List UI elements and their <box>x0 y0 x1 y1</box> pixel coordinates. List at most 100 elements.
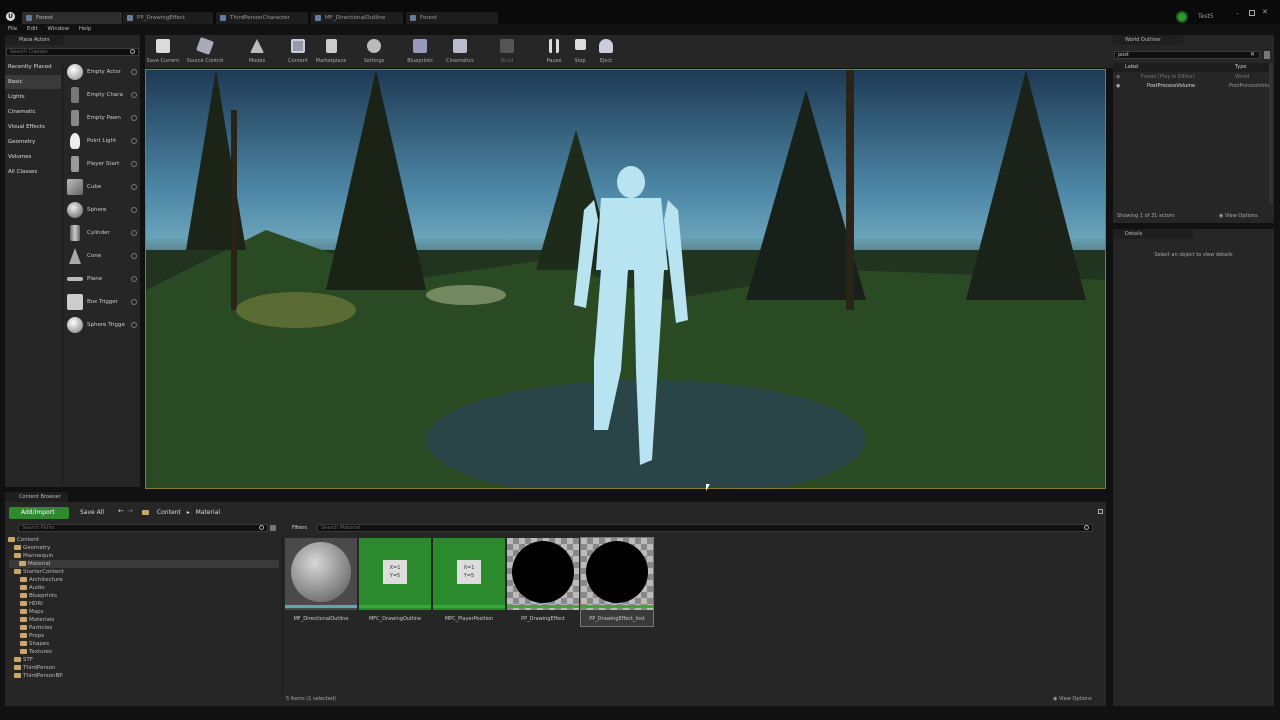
tree-folder-material[interactable]: Material <box>9 560 279 568</box>
info-icon[interactable] <box>131 92 137 98</box>
info-icon[interactable] <box>131 115 137 121</box>
actor-cylinder[interactable]: Cylinder <box>65 222 139 244</box>
actor-sphere-trigger[interactable]: Sphere Trigge <box>65 314 139 336</box>
actor-cone[interactable]: Cone <box>65 245 139 267</box>
category-lights[interactable]: Lights <box>5 90 61 104</box>
cinematics-button[interactable]: Cinematics <box>442 37 478 67</box>
actor-empty-pawn[interactable]: Empty Pawn <box>65 107 139 129</box>
menu-file[interactable]: File <box>8 26 17 32</box>
outliner-row-world[interactable]: ◉ Forest (Play in Editor) World <box>1113 73 1269 82</box>
category-geometry[interactable]: Geometry <box>5 135 61 149</box>
unreal-logo-icon[interactable]: U <box>6 12 15 21</box>
lock-icon[interactable] <box>1098 509 1103 514</box>
tree-folder-mannequin[interactable]: Mannequin <box>4 552 276 560</box>
blueprints-button[interactable]: Blueprints <box>402 37 438 67</box>
tree-folder-content[interactable]: Content <box>4 536 276 544</box>
clear-search-icon[interactable]: ✕ <box>1250 51 1255 58</box>
asset-tile-mpc_playerposition[interactable]: X=1 Y=5 MPC_PlayerPosition <box>433 538 505 626</box>
details-tab[interactable]: Details <box>1113 229 1193 239</box>
view-options-icon[interactable] <box>1264 51 1270 59</box>
actor-box-trigger[interactable]: Box Trigger <box>65 291 139 313</box>
tab-mf-directionaloutline[interactable]: MF_DirectionalOutline <box>311 12 403 24</box>
info-icon[interactable] <box>131 184 137 190</box>
outliner-view-options-button[interactable]: ◉ View Options <box>1219 213 1258 219</box>
category-basic[interactable]: Basic <box>5 75 61 89</box>
breadcrumb-material[interactable]: Material <box>196 509 220 516</box>
info-icon[interactable] <box>131 138 137 144</box>
tree-folder-thirdperson[interactable]: ThirdPerson <box>4 664 276 672</box>
close-button[interactable]: ✕ <box>1262 8 1270 16</box>
info-icon[interactable] <box>131 253 137 259</box>
search-material-input[interactable]: Search Material <box>317 524 1093 532</box>
add-import-button[interactable]: Add/Import <box>9 507 69 519</box>
tree-folder-audio[interactable]: Audio <box>4 584 276 592</box>
save-all-button[interactable]: Save All <box>72 507 108 519</box>
asset-tile-mf_directionaloutline[interactable]: MF_DirectionalOutline <box>285 538 357 626</box>
info-icon[interactable] <box>131 161 137 167</box>
info-icon[interactable] <box>131 299 137 305</box>
actor-sphere[interactable]: Sphere <box>65 199 139 221</box>
search-paths-input[interactable]: Search Paths <box>18 524 268 532</box>
tree-folder-particles[interactable]: Particles <box>4 624 276 632</box>
tree-folder-maps[interactable]: Maps <box>4 608 276 616</box>
tree-folder-props[interactable]: Props <box>4 632 276 640</box>
info-icon[interactable] <box>131 230 137 236</box>
world-outliner-tab[interactable]: World Outliner <box>1113 35 1183 45</box>
eject-button[interactable]: Eject <box>588 37 624 67</box>
visibility-eye-icon[interactable]: ◉ <box>1116 73 1120 82</box>
marketplace-button[interactable]: Marketplace <box>313 37 349 67</box>
tree-folder-blueprints[interactable]: Blueprints <box>4 592 276 600</box>
outliner-search-input[interactable]: post <box>1114 51 1260 59</box>
menu-help[interactable]: Help <box>79 26 92 32</box>
category-all-classes[interactable]: All Classes <box>5 165 61 179</box>
tree-folder-thirdpersonbp[interactable]: ThirdPersonBP <box>4 672 276 680</box>
info-icon[interactable] <box>131 69 137 75</box>
outliner-scrollbar[interactable] <box>1269 63 1273 203</box>
tree-folder-shapes[interactable]: Shapes <box>4 640 276 648</box>
save-current-button[interactable]: Save Current <box>145 37 181 67</box>
source-control-status-icon[interactable] <box>1176 11 1188 23</box>
actor-empty-character[interactable]: Empty Chara <box>65 84 139 106</box>
asset-tile-mfc_drawingoutline[interactable]: X=1 Y=5 MFC_DrawingOutline <box>359 538 431 626</box>
info-icon[interactable] <box>131 276 137 282</box>
place-actors-tab[interactable]: Place Actors <box>5 35 65 45</box>
category-cinematic[interactable]: Cinematic <box>5 105 61 119</box>
category-recently-placed[interactable]: Recently Placed <box>5 60 61 74</box>
maximize-button[interactable] <box>1249 10 1255 16</box>
tree-folder-hdri[interactable]: HDRI <box>4 600 276 608</box>
level-viewport[interactable] <box>145 69 1106 489</box>
tab-forest[interactable]: Forest <box>22 12 122 24</box>
category-volumes[interactable]: Volumes <box>5 150 61 164</box>
tree-folder-architecture[interactable]: Architecture <box>4 576 276 584</box>
settings-button[interactable]: Settings <box>356 37 392 67</box>
tree-folder-stf[interactable]: STF <box>4 656 276 664</box>
tab-pp-drawingeffect[interactable]: PP_DrawingEffect <box>123 12 213 24</box>
sources-options-icon[interactable] <box>270 525 276 531</box>
tab-forest-2[interactable]: Forest <box>406 12 498 24</box>
asset-tile-pp_drawingeffect[interactable]: PP_DrawingEffect <box>507 538 579 626</box>
back-arrow-icon[interactable]: ← <box>118 507 124 515</box>
content-browser-tab[interactable]: Content Browser <box>5 492 68 502</box>
menu-window[interactable]: Window <box>47 26 69 32</box>
column-label[interactable]: Label <box>1125 63 1139 72</box>
actor-cube[interactable]: Cube <box>65 176 139 198</box>
actor-empty-actor[interactable]: Empty Actor <box>65 61 139 83</box>
source-control-button[interactable]: Source Control <box>187 37 223 67</box>
info-icon[interactable] <box>131 322 137 328</box>
view-options-button[interactable]: ◉ View Options <box>1053 696 1092 702</box>
filters-button[interactable]: Filters <box>285 524 315 533</box>
tree-folder-startercontent[interactable]: StarterContent <box>4 568 276 576</box>
modes-button[interactable]: Modes <box>239 37 275 67</box>
minimize-button[interactable]: – <box>1236 10 1244 17</box>
forward-arrow-icon[interactable]: → <box>127 507 133 515</box>
visibility-eye-icon[interactable]: ◉ <box>1116 82 1120 91</box>
menu-edit[interactable]: Edit <box>27 26 38 32</box>
search-classes-input[interactable]: Search Classes <box>6 48 139 56</box>
actor-point-light[interactable]: Point Light <box>65 130 139 152</box>
column-type[interactable]: Type <box>1235 63 1246 72</box>
info-icon[interactable] <box>131 207 137 213</box>
tree-folder-geometry[interactable]: Geometry <box>4 544 276 552</box>
tree-folder-materials[interactable]: Materials <box>4 616 276 624</box>
tab-thirdpersoncharacter[interactable]: ThirdPersonCharacter <box>216 12 308 24</box>
asset-tile-pp_drawingeffect_inst[interactable]: PP_DrawingEffect_Inst <box>580 537 654 627</box>
